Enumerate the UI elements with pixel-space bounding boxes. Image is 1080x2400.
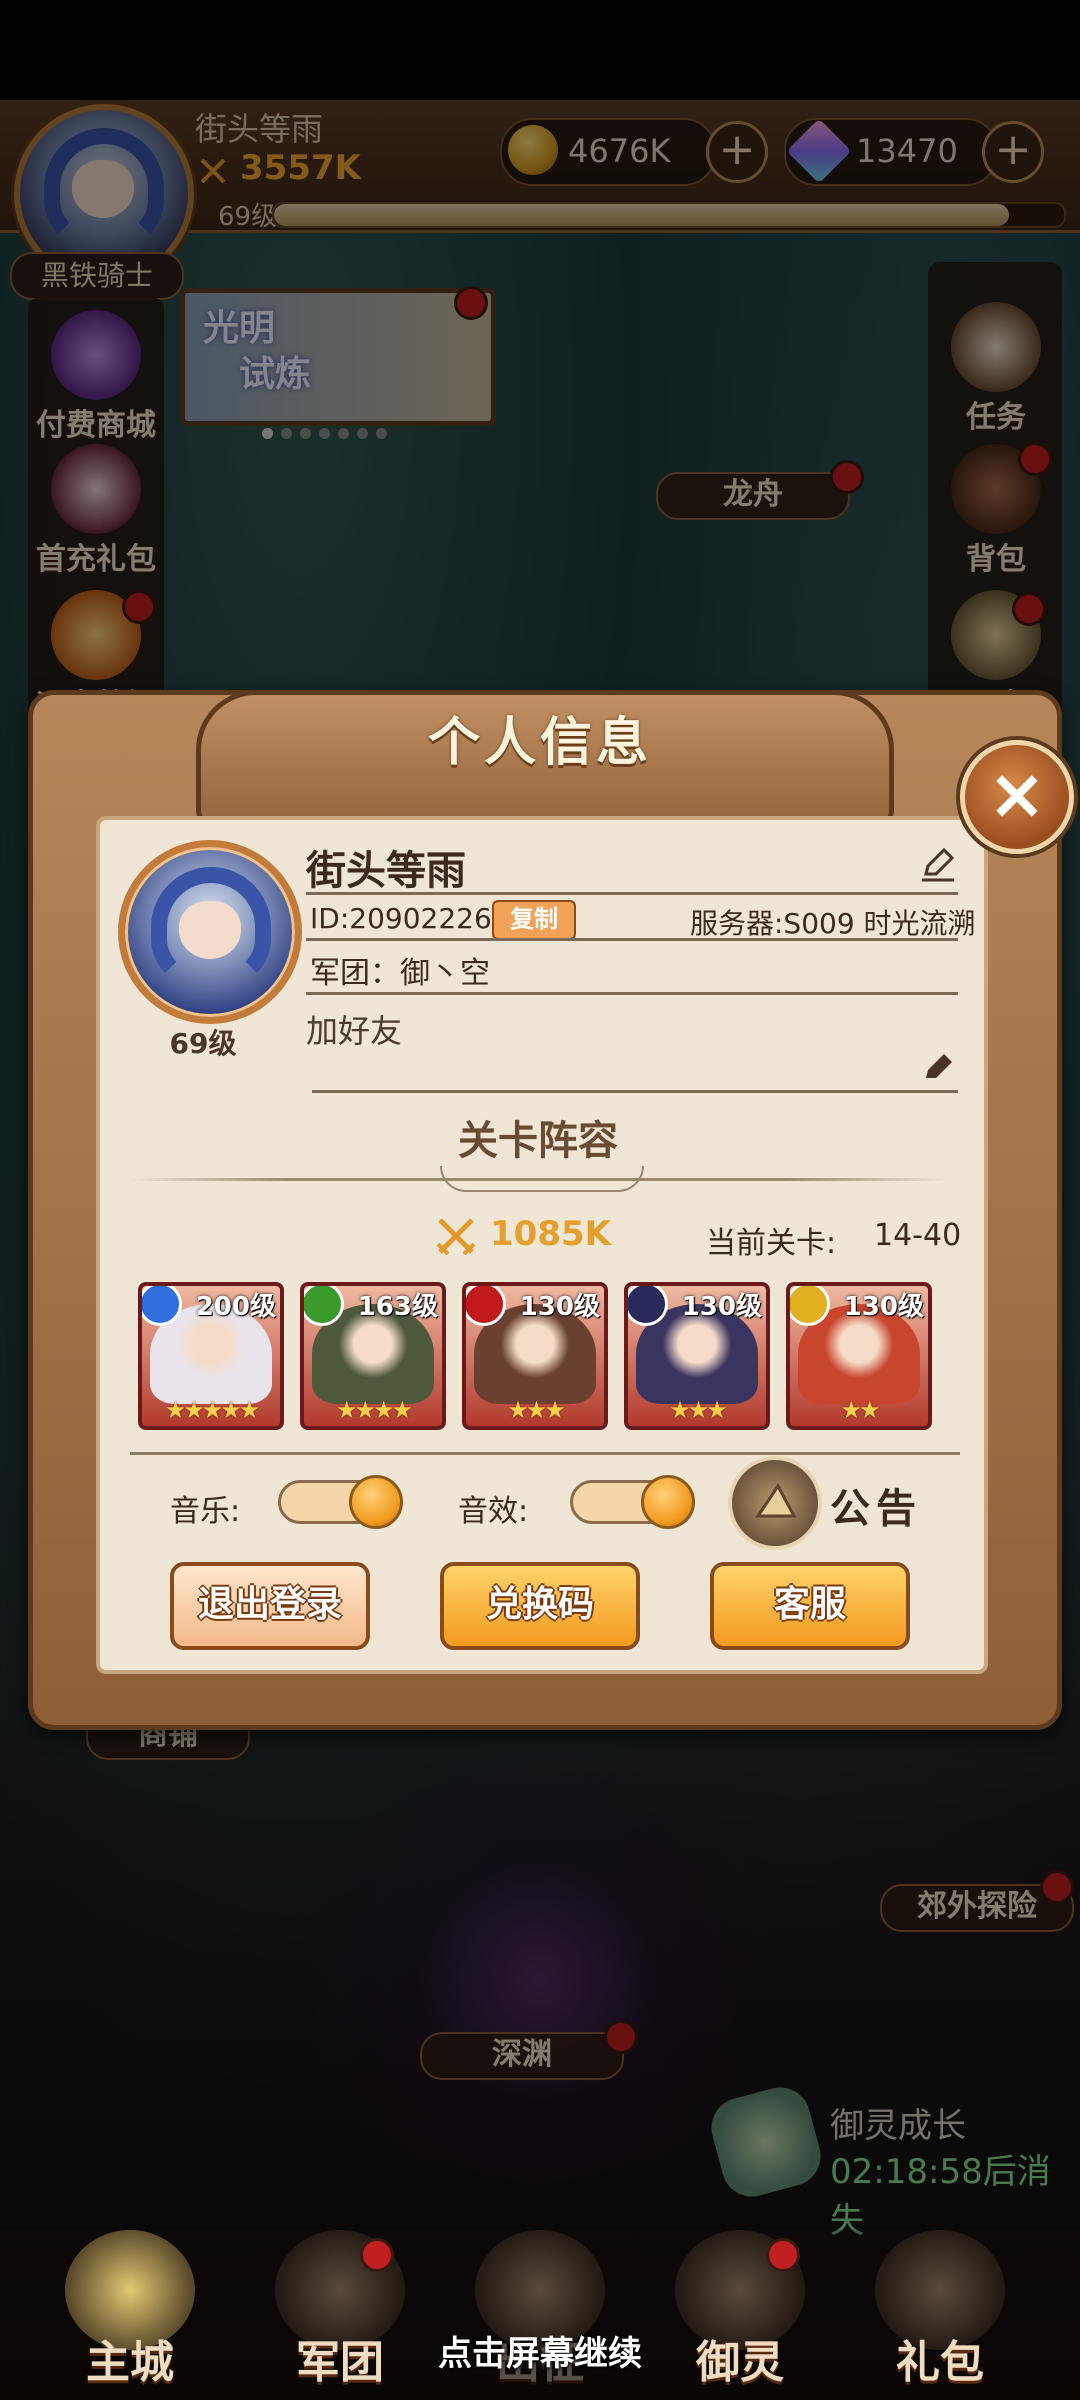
- announcement-button[interactable]: [728, 1456, 822, 1550]
- hero-stars: ★★★★: [335, 1396, 413, 1424]
- hero-stars: ★★★★★: [164, 1396, 261, 1424]
- ornament-center: [440, 1166, 644, 1192]
- copy-id-button[interactable]: 复制: [492, 900, 576, 940]
- hero-card[interactable]: 130级 ★★: [786, 1282, 932, 1430]
- edit-signature-icon[interactable]: [918, 1046, 958, 1086]
- divider: [306, 892, 958, 895]
- sfx-toggle[interactable]: [570, 1475, 695, 1529]
- hero-level: 130级: [681, 1292, 762, 1322]
- divider: [306, 992, 958, 995]
- dialog-title: 个人信息: [427, 713, 652, 773]
- notification-dot: [360, 2238, 394, 2272]
- element-icon: [304, 1286, 344, 1326]
- element-icon: [466, 1286, 506, 1326]
- hero-card[interactable]: 163级 ★★★★: [300, 1282, 446, 1430]
- current-stage-value: 14-40: [874, 1218, 962, 1253]
- signature-text[interactable]: 加好友: [306, 1006, 402, 1052]
- notification-dot: [766, 2238, 800, 2272]
- lineup-title: 关卡阵容: [458, 1118, 618, 1164]
- hero-stars: ★★★: [507, 1396, 566, 1424]
- profile-level: 69级: [169, 1027, 237, 1060]
- redeem-code-button[interactable]: 兑换码: [440, 1562, 640, 1650]
- server-info: 服务器:S009 时光流溯: [690, 907, 976, 940]
- hero-level: 200级: [195, 1292, 276, 1322]
- hero-card[interactable]: 200级 ★★★★★: [138, 1282, 284, 1430]
- close-button[interactable]: ×: [960, 740, 1074, 854]
- divider: [306, 938, 958, 941]
- element-icon: [628, 1286, 668, 1326]
- music-label: 音乐:: [170, 1494, 241, 1529]
- announcement-label[interactable]: 公告: [830, 1476, 922, 1534]
- hero-stars: ★★★: [669, 1396, 728, 1424]
- megaphone-icon: [755, 1483, 797, 1518]
- current-stage-label: 当前关卡:: [706, 1226, 837, 1261]
- tap-to-continue-hint: 点击屏幕继续: [438, 2334, 642, 2374]
- hero-level: 130级: [843, 1292, 924, 1322]
- crossed-swords-icon: [436, 1218, 476, 1256]
- hero-level: 163级: [357, 1292, 438, 1322]
- divider: [130, 1452, 960, 1455]
- lineup-power: 1085K: [490, 1214, 611, 1254]
- customer-service-button[interactable]: 客服: [710, 1562, 910, 1650]
- logout-button[interactable]: 退出登录: [170, 1562, 370, 1650]
- profile-avatar[interactable]: [118, 840, 302, 1024]
- element-icon: [790, 1286, 830, 1326]
- sfx-toggle-knob: [641, 1475, 695, 1529]
- player-id: ID:20902226: [310, 902, 492, 935]
- hero-level: 130级: [519, 1292, 600, 1322]
- edit-name-icon[interactable]: [918, 844, 958, 884]
- music-toggle[interactable]: [278, 1475, 403, 1529]
- hero-card[interactable]: 130级 ★★★: [462, 1282, 608, 1430]
- profile-name: 街头等雨: [306, 848, 466, 894]
- music-toggle-knob: [349, 1475, 403, 1529]
- guild-info: 军团：御丶空: [310, 956, 490, 991]
- hero-card[interactable]: 130级 ★★★: [624, 1282, 770, 1430]
- hero-stars: ★★: [840, 1396, 880, 1424]
- divider: [312, 1090, 958, 1093]
- sfx-label: 音效:: [458, 1494, 529, 1529]
- element-icon: [142, 1286, 182, 1326]
